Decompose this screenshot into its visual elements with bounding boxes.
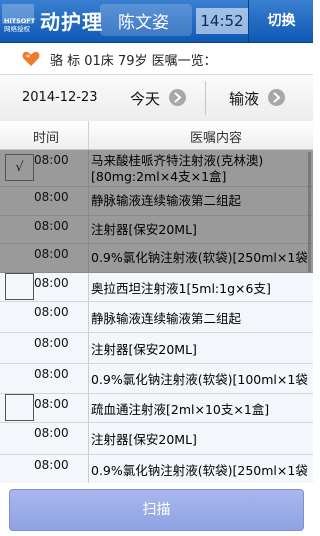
app-header: HiTSOFT 网络授权 动护理 陈文姿 14:52 切换 [0, 0, 313, 43]
table-row[interactable]: 08:00 注射器[保安20ML] [0, 333, 313, 364]
row-time: 08:00 [34, 219, 69, 233]
column-header-time: 时间 [33, 131, 60, 146]
chevron-right-icon[interactable] [169, 89, 186, 106]
clock: 14:52 [196, 8, 248, 34]
table-row[interactable]: 08:00 0.9%氯化钠注射液(软袋)[250ml×1袋 [0, 455, 313, 484]
patient-summary: 骆 标 01床 79岁 医嘱一览： [50, 54, 217, 69]
table-row[interactable]: 08:00 马来酸桂哌齐特注射液(克林澳)[80mg:2ml×4支×1盒] [0, 150, 313, 187]
column-header-content: 医嘱内容 [190, 131, 243, 146]
row-content: 静脉输液连续输液第二组起 [91, 311, 242, 326]
table-row[interactable]: 08:00 注射器[保安20ML] [0, 423, 313, 455]
row-divider [88, 333, 89, 363]
row-content: 0.9%氯化钠注射液(软袋)[250ml×1袋 [91, 463, 308, 478]
row-time: 08:00 [34, 153, 69, 167]
app-title: 动护理 [40, 10, 103, 34]
table-row[interactable]: 08:00 静脉输液连续输液第二组起 [0, 187, 313, 216]
table-row[interactable]: 08:00 0.9%氯化钠注射液(软袋)[100ml×1袋 [0, 364, 313, 394]
row-content: 疏血通注射液[2ml×10支×1盒] [91, 402, 270, 417]
row-divider [88, 302, 89, 332]
scrollbar[interactable] [308, 152, 311, 272]
row-divider [88, 394, 89, 422]
row-time: 08:00 [34, 276, 69, 290]
table-row[interactable]: 08:00 疏血通注射液[2ml×10支×1盒] [0, 394, 313, 423]
group-checkbox[interactable] [5, 273, 34, 300]
group-checkbox[interactable] [5, 394, 34, 421]
row-time: 08:00 [34, 305, 69, 319]
row-content: 0.9%氯化钠注射液(软袋)[250ml×1袋 [91, 250, 308, 265]
row-content: 注射器[保安20ML] [91, 222, 197, 237]
column-divider [88, 121, 89, 149]
row-divider [88, 273, 89, 301]
row-time: 08:00 [34, 367, 69, 381]
row-time: 08:00 [34, 190, 69, 204]
table-header: 时间 医嘱内容 [0, 121, 313, 150]
filter-row: 2014-12-23 今天 输液 [0, 74, 313, 122]
date-display[interactable]: 2014-12-23 [22, 90, 98, 105]
row-divider [88, 187, 89, 215]
row-content: 0.9%氯化钠注射液(软袋)[100ml×1袋 [91, 372, 308, 387]
row-divider [88, 423, 89, 454]
row-time: 08:00 [34, 426, 69, 440]
row-time: 08:00 [34, 397, 69, 411]
group-checkbox[interactable]: √ [5, 154, 34, 181]
row-content: 马来酸桂哌齐特注射液(克林澳)[80mg:2ml×4支×1盒] [91, 153, 264, 184]
heart-icon [22, 51, 40, 67]
footer: 扫描 [0, 483, 313, 536]
user-name: 陈文姿 [118, 13, 169, 33]
row-divider [88, 244, 89, 272]
row-divider [88, 455, 89, 483]
patient-bar: 骆 标 01床 79岁 医嘱一览： [0, 43, 313, 73]
row-content: 奥拉西坦注射液1[5ml:1g×6支] [91, 281, 271, 296]
table-row[interactable]: 08:00 奥拉西坦注射液1[5ml:1g×6支] [0, 273, 313, 302]
row-content: 注射器[保安20ML] [91, 432, 197, 447]
row-divider [88, 216, 89, 243]
row-divider [88, 150, 89, 186]
chevron-right-icon[interactable] [268, 89, 285, 106]
row-content: 静脉输液连续输液第二组起 [91, 193, 242, 208]
table-row[interactable]: 08:00 0.9%氯化钠注射液(软袋)[250ml×1袋 [0, 244, 313, 273]
watermark-line2: 网络授权 [4, 25, 30, 33]
order-type-selector[interactable]: 输液 [229, 88, 259, 109]
row-divider [88, 364, 89, 393]
row-time: 08:00 [34, 336, 69, 350]
day-selector[interactable]: 今天 [130, 88, 160, 109]
table-row[interactable]: 08:00 注射器[保安20ML] [0, 216, 313, 244]
switch-button[interactable]: 切换 [248, 0, 314, 42]
watermark-line1: HiTSOFT [4, 17, 36, 25]
row-time: 08:00 [34, 458, 69, 472]
filter-divider [205, 81, 206, 115]
table-row[interactable]: 08:00 静脉输液连续输液第二组起 [0, 302, 313, 333]
row-time: 08:00 [34, 247, 69, 261]
scan-button[interactable]: 扫描 [9, 489, 304, 531]
row-content: 注射器[保安20ML] [91, 342, 197, 357]
